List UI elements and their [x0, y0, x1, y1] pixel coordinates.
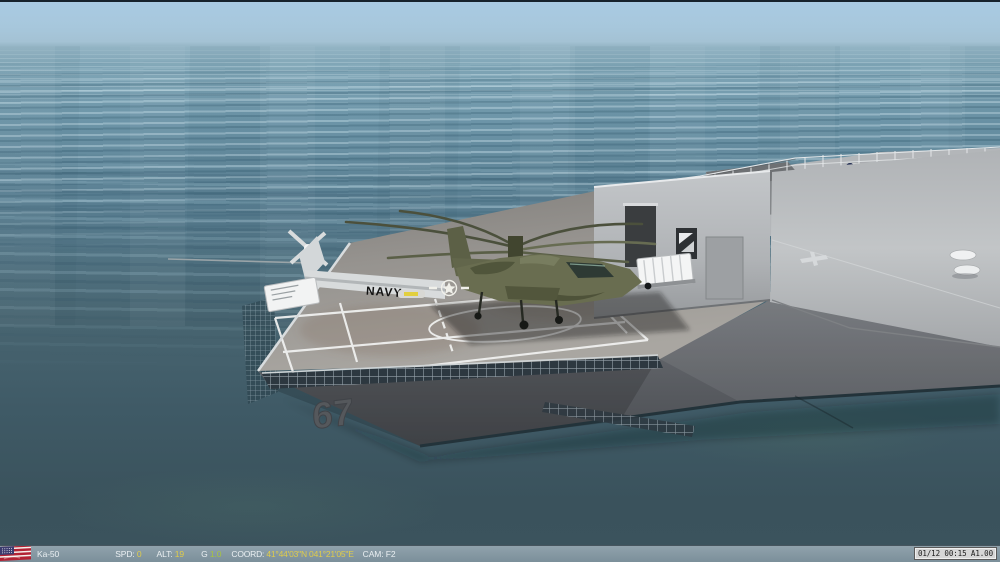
window-top-border	[0, 0, 1000, 2]
status-bar: Ka-50 SPD: 0 ALT: 19 G 1.0 COORD: 41°44'…	[0, 545, 1000, 562]
liferaft-sign-board	[636, 252, 696, 290]
aircraft-name: Ka-50	[37, 549, 60, 559]
navy-marking: NAVY	[366, 284, 403, 301]
hangar-door-header	[623, 203, 658, 206]
us-flag-icon	[0, 545, 31, 562]
gforce-label: G	[201, 549, 208, 559]
stub-wing	[505, 286, 560, 301]
hangar-closed-door	[705, 236, 744, 300]
ship-scene: 67 NAVY	[167, 146, 1000, 462]
nose-sensor-ball	[644, 282, 652, 290]
simulator-window: 67 NAVY Ka-50 SPD: 0 ALT: 19 G 1.0 COORD…	[0, 0, 1000, 562]
yellow-band-store	[404, 292, 418, 296]
altitude-value: 19	[174, 549, 185, 559]
coordinates-label: COORD:	[231, 549, 265, 559]
mission-clock: 01/12 00:15 A1.00	[913, 547, 997, 560]
altitude-label: ALT:	[156, 549, 173, 559]
hull-number: 67	[312, 390, 354, 437]
speed-label: SPD:	[115, 549, 135, 559]
camera-value: F2	[385, 549, 396, 559]
speed-value: 0	[136, 549, 142, 559]
ship-lcs-trimaran: 67 NAVY	[167, 146, 1000, 462]
drooping-rotor-blade	[167, 258, 311, 264]
gforce-value: 1.0	[209, 549, 222, 559]
camera-label: CAM:	[362, 549, 384, 559]
coordinates-value: 41°44'03"N 041°21'05"E	[266, 549, 354, 559]
